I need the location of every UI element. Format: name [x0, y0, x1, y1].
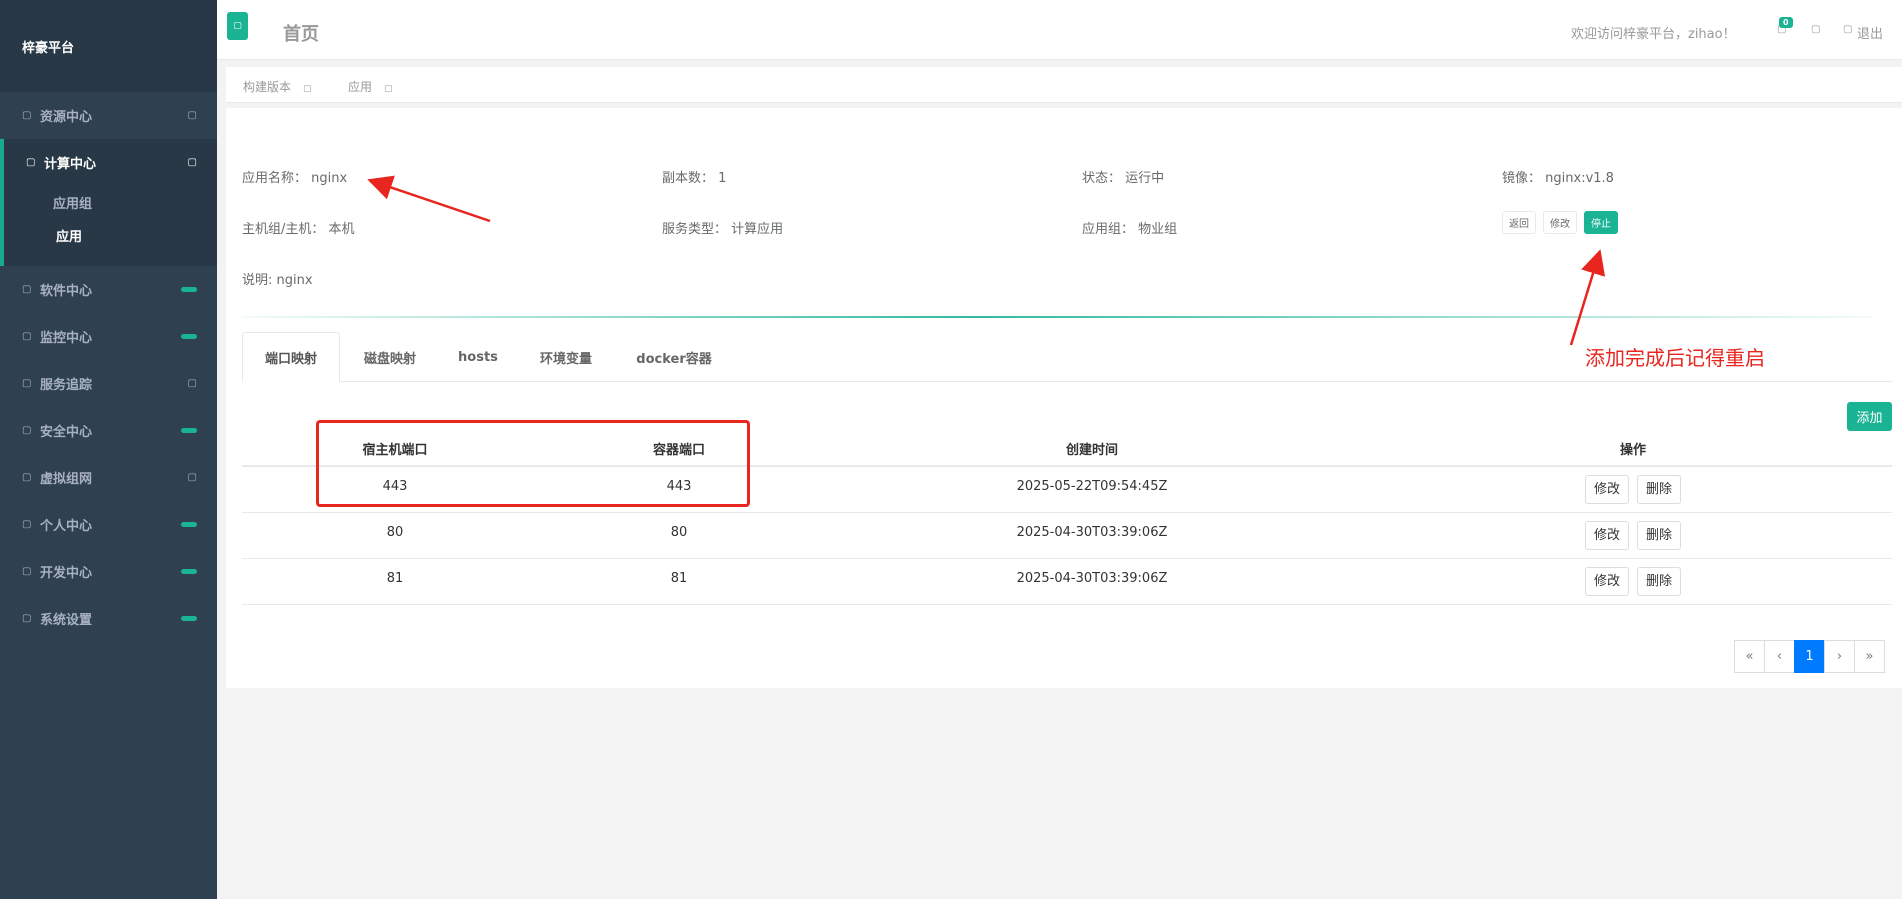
annotation-arrow-name: [367, 175, 491, 223]
annotation-arrows: [367, 175, 1606, 346]
annotation-arrow-stop: [1569, 249, 1606, 346]
